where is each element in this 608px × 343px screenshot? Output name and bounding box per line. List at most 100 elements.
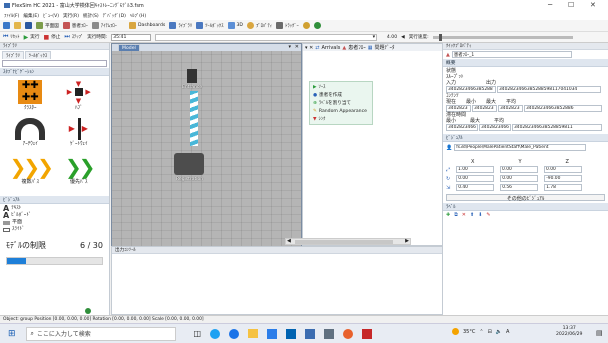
close-button[interactable]: ✕ (590, 1, 596, 9)
tab-patient-flow[interactable]: ▲ 患者ﾌﾛｰ (342, 44, 365, 52)
file-explorer-icon[interactable] (248, 329, 259, 338)
model-canvas[interactable]: Entrance Registration (112, 51, 301, 246)
reset-button[interactable]: ⏮ ﾘｾｯﾄ (3, 33, 20, 41)
scroll-left-icon[interactable]: ◀ (287, 238, 291, 244)
help-circle-icon[interactable] (85, 308, 91, 314)
runtime-dropdown[interactable]: ▾ (155, 33, 378, 41)
tray-chevron-icon[interactable]: ⌃ (479, 329, 483, 335)
activity-sink[interactable]: ▼ ｼﾝｸ (313, 116, 369, 124)
horizontal-scrollbar[interactable]: ◀ ▶ (285, 238, 411, 245)
stop-button[interactable]: ■ 停止 (43, 34, 60, 41)
speed-slider-left-icon[interactable]: ◀ (401, 35, 405, 40)
move-down-icon[interactable]: ⬇ (478, 212, 482, 218)
task-view-icon[interactable]: ◫ (194, 329, 202, 338)
library-item-text[interactable]: A ﾃｷｽﾄ (3, 205, 106, 213)
notification-icon[interactable]: ▤ (596, 329, 603, 337)
menu-view[interactable]: ﾋﾞｭｰ(V) (43, 13, 59, 19)
tab-problem-data[interactable]: ▦ 問題ﾃﾞｰﾀ (368, 44, 395, 52)
tracker-button[interactable]: ﾄﾗｯｸﾞｰ (276, 22, 299, 29)
step-button[interactable]: ⏭ ｽﾃｯﾌﾟ (64, 33, 83, 41)
app-icon-blue[interactable] (305, 328, 316, 339)
tab-arrivals[interactable]: ⇄ Arrivals (315, 45, 340, 51)
library-item-gateway[interactable]: ▶ ▶ ｹﾞｰﾄｳｪｲ (55, 118, 104, 152)
speed-slider[interactable] (432, 33, 573, 41)
section-general[interactable]: 概要 (443, 59, 608, 67)
run-button[interactable]: ▶ 実行 (24, 34, 40, 41)
library-item-cluster[interactable]: ✚✚ ✚✚ ｸﾗｽﾀｰ (6, 80, 55, 114)
tab-toolbox[interactable]: ﾂｰﾙﾎﾞｯｸｽ (24, 51, 52, 59)
app-icon-gray[interactable] (324, 328, 335, 339)
tab-library[interactable]: ﾗｲﾌﾞﾗﾘ (2, 51, 24, 59)
open-folder-icon[interactable] (14, 22, 21, 29)
library-item-slide[interactable]: ｽﾗｲﾄﾞ (3, 226, 106, 233)
dashboards-button[interactable]: Dashboards (128, 22, 165, 29)
new-file-icon[interactable] (3, 22, 10, 29)
library-button[interactable]: ﾗｲﾌﾞﾗﾘ (169, 22, 192, 29)
library-item-plane[interactable]: 平面 (3, 219, 106, 226)
mail-icon[interactable] (286, 328, 297, 339)
minimize-button[interactable]: ─ (548, 1, 552, 9)
position-z[interactable]: 0.00 (544, 166, 583, 173)
section-visual[interactable]: ﾋﾞｼﾞｭｱﾙ (0, 196, 109, 204)
menu-run[interactable]: 実行(R) (63, 13, 79, 19)
position-x[interactable]: 1.00 (456, 166, 495, 173)
size-y[interactable]: 0.56 (500, 184, 539, 191)
help-icon[interactable] (313, 22, 321, 29)
floor-plan-button[interactable]: 平面図 (36, 22, 59, 29)
rotation-z[interactable]: -90.00 (544, 175, 583, 182)
delete-label-icon[interactable]: ✕ (462, 212, 466, 218)
menu-stats[interactable]: 統計(S) (83, 13, 99, 19)
tab-model[interactable]: Model (118, 44, 140, 51)
view-controls-icon[interactable]: ▾ ✕ (305, 45, 313, 51)
edge-icon[interactable] (229, 328, 240, 339)
taskbar-search[interactable]: ⌕ ここに入力して検索 (25, 326, 176, 341)
section-visual-props[interactable]: ﾋﾞｼﾞｭｱﾙ (443, 134, 608, 142)
shape-input[interactable]: fs3d\People\MalePatientStaff\Male_Patien… (454, 144, 587, 151)
library-filter-input[interactable] (2, 60, 107, 67)
rotation-y[interactable]: 0.00 (500, 175, 539, 182)
activity-assign-label[interactable]: ⊕ ﾗﾍﾞﾙを割り当て (313, 100, 369, 108)
section-labels[interactable]: ﾗﾍﾞﾙ (443, 203, 608, 211)
other-visual-button[interactable]: その他のﾋﾞｼﾞｭｱﾙ (446, 194, 605, 202)
scroll-right-icon[interactable]: ▶ (405, 238, 409, 244)
clock[interactable]: 13:37 2022/06/29 (556, 326, 582, 338)
activity-source[interactable]: ▶ ｿｰｽ (313, 84, 369, 92)
maximize-button[interactable]: ☐ (568, 1, 574, 9)
view-3d-button[interactable]: 3D (227, 22, 243, 29)
library-item-hub[interactable]: ▶ ▶ ▼ ▼ ﾊﾌﾞ (55, 80, 104, 114)
scroll-thumb[interactable] (295, 240, 393, 244)
save-icon[interactable] (25, 22, 32, 29)
rotation-x[interactable]: 0.00 (456, 175, 495, 182)
copy-label-icon[interactable]: ⧉ (454, 212, 458, 218)
ime-indicator[interactable]: A (506, 329, 509, 335)
object-name-input[interactable]: 患者ﾌﾛｰ_1 (451, 51, 572, 58)
patient-flow-button[interactable]: 患者ﾌﾛｰ (62, 22, 88, 29)
path-object[interactable] (190, 91, 198, 146)
library-item-priority-path[interactable]: ❯❯ 優先ﾊﾟｽ (55, 156, 104, 190)
chrome-icon[interactable] (210, 328, 221, 339)
menu-help[interactable]: ﾍﾙﾌﾟ(H) (130, 13, 146, 19)
menu-edit[interactable]: 編集(E) (23, 13, 39, 19)
size-z[interactable]: 1.78 (544, 184, 583, 191)
position-y[interactable]: 0.00 (500, 166, 539, 173)
flexsim-taskbar-icon[interactable] (362, 328, 373, 339)
item-flow-button[interactable]: ｱｲﾃﾑﾌﾛｰ (91, 22, 117, 29)
edit-label-icon[interactable]: ✎ (486, 212, 490, 218)
properties-button[interactable]: ﾌﾟﾛﾊﾟﾃｨ (246, 22, 272, 29)
toolbox-button[interactable]: ﾂｰﾙﾎﾞｯｸｽ (196, 22, 224, 29)
menu-file[interactable]: ﾌｧｲﾙ(F) (4, 13, 19, 19)
section-staff-navigation[interactable]: ｽﾀﾌﾞﾅﾋﾞｹﾞｰｼｮﾝ (0, 68, 109, 76)
library-item-multi-path[interactable]: ❯❯❯ 複数ﾊﾟｽ (6, 156, 55, 190)
menu-debug[interactable]: ﾃﾞﾊﾞｯｸﾞ(D) (103, 13, 126, 19)
model-close-icon[interactable]: ✕ (295, 44, 299, 50)
network-icon[interactable]: ⊟ (488, 329, 492, 335)
entrance-object[interactable] (187, 69, 197, 83)
model-pin-icon[interactable]: ▾ (288, 44, 291, 50)
registration-object[interactable] (174, 153, 204, 175)
move-up-icon[interactable]: ⬆ (470, 212, 474, 218)
library-item-archway[interactable]: ｱｰﾁｳｪｲ (6, 118, 55, 152)
size-x[interactable]: 0.40 (456, 184, 495, 191)
add-label-icon[interactable]: ✚ (446, 212, 450, 218)
store-icon[interactable] (267, 328, 278, 339)
app-icon-orange[interactable] (343, 328, 354, 339)
